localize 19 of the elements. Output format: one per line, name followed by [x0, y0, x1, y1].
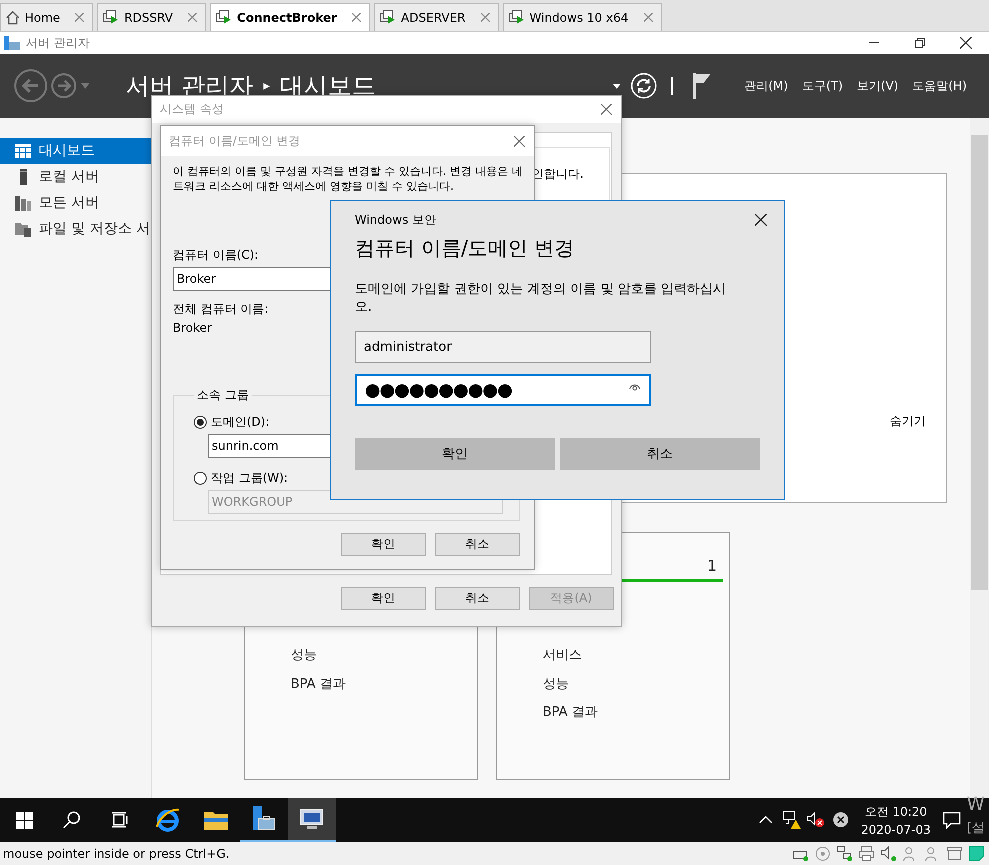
tile-count: 1	[707, 557, 717, 575]
field-label: 컴퓨터 이름(C):	[173, 247, 259, 264]
dialog-title: 컴퓨터 이름/도메인 변경	[169, 132, 301, 150]
dialog-title: 컴퓨터 이름/도메인 변경	[355, 235, 576, 261]
window-title: 서버 관리자	[26, 34, 90, 52]
full-name-text: Broker	[173, 321, 212, 335]
breadcrumb-separator: ▸	[264, 78, 270, 94]
activation-notice-text: [설	[967, 820, 986, 837]
dialog-caption: Windows 보안	[355, 212, 436, 228]
field-label: 전체 컴퓨터 이름:	[173, 301, 269, 318]
radio-label: 작업 그룹(W):	[211, 470, 288, 487]
breadcrumb-current: 대시보드	[280, 71, 376, 102]
activation-notice-text: W	[967, 794, 986, 815]
radio-label: 도메인(D):	[211, 414, 270, 431]
status-text: mouse pointer inside or press Ctrl+G.	[3, 846, 230, 860]
group-legend: 소속 그룹	[194, 387, 252, 404]
dialog-title: 시스템 속성	[160, 101, 224, 118]
dialog-message: 도메인에 가입할 권한이 있는 계정의 이름 및 암호를 입력하십시오.	[355, 281, 728, 317]
description-text: 이 컴퓨터의 이름 및 구성원 자격을 변경할 수 있습니다. 변경 내용은 네트워크 리소스에 대한 액세스에 영향을 미칠 수 있습니다.	[173, 164, 523, 194]
